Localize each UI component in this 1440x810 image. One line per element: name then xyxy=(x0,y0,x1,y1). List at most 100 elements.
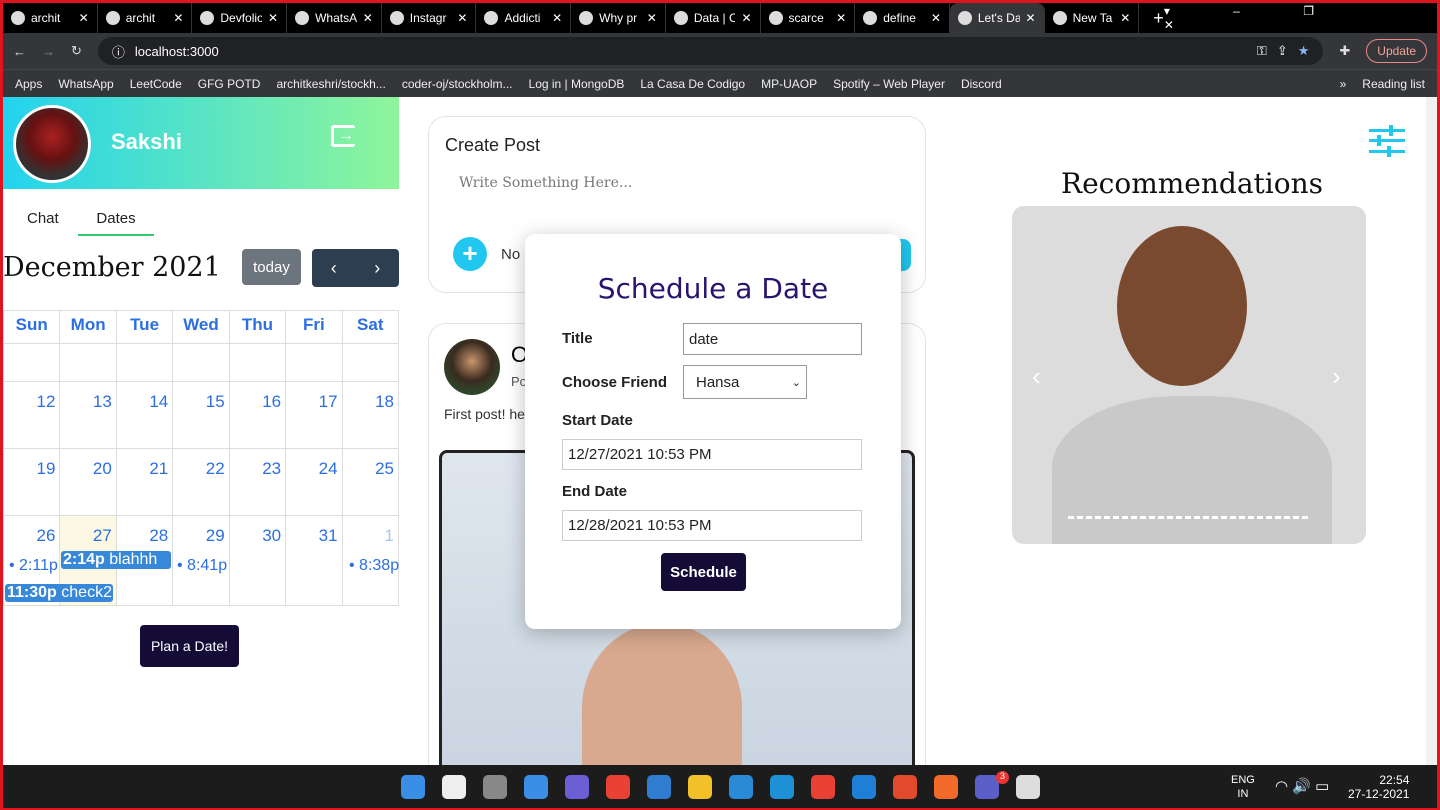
carousel-prev-icon[interactable]: ‹ xyxy=(1032,361,1041,392)
bookmark-item[interactable]: architkeshri/stockh... xyxy=(276,77,385,91)
close-tab-icon[interactable]: ✕ xyxy=(457,11,467,25)
browser-tab[interactable]: Devfolio ✕ xyxy=(192,3,288,33)
calendar-day[interactable]: 24 xyxy=(285,448,343,516)
taskbar-app-icon[interactable] xyxy=(647,775,671,799)
calendar-day[interactable]: 17 xyxy=(285,381,343,449)
close-tab-icon[interactable]: ✕ xyxy=(647,11,657,25)
calendar-event[interactable]: 2:14p blahhh xyxy=(61,551,171,569)
browser-tab[interactable]: Addicti ✕ xyxy=(476,3,572,33)
calendar-event[interactable]: 11:30p check2 xyxy=(5,584,113,602)
calendar-event[interactable]: • 8:41p xyxy=(177,557,234,575)
calendar-day[interactable] xyxy=(285,343,343,382)
taskbar-app-icon[interactable] xyxy=(606,775,630,799)
bookmark-item[interactable]: Discord xyxy=(961,77,1002,91)
calendar-day[interactable] xyxy=(172,343,230,382)
taskbar-app-icon[interactable] xyxy=(852,775,876,799)
browser-tab[interactable]: New Ta ✕ xyxy=(1045,3,1140,33)
calendar-day[interactable]: 18 xyxy=(341,381,400,449)
calendar-day[interactable]: 13 xyxy=(59,381,117,449)
calendar-event[interactable]: • 8:38p xyxy=(349,557,399,575)
add-media-button[interactable]: + xyxy=(453,237,487,271)
calendar-day[interactable]: 21 xyxy=(115,448,174,516)
bookmark-item[interactable]: GFG POTD xyxy=(198,77,261,91)
tab-chat[interactable]: Chat xyxy=(27,210,59,227)
taskbar-app-icon[interactable] xyxy=(401,775,425,799)
next-month-button[interactable]: › xyxy=(374,258,380,279)
calendar-day[interactable] xyxy=(115,343,174,382)
schedule-button[interactable]: Schedule xyxy=(661,553,746,591)
browser-tab[interactable]: WhatsA ✕ xyxy=(287,3,382,33)
post-author-avatar[interactable] xyxy=(444,339,500,395)
calendar-day[interactable]: 20 xyxy=(59,448,117,516)
close-tab-icon[interactable]: ✕ xyxy=(931,11,941,25)
bookmark-item[interactable]: La Casa De Codigo xyxy=(640,77,745,91)
browser-tab[interactable]: Data | C ✕ xyxy=(666,3,761,33)
update-button[interactable]: Update xyxy=(1366,39,1427,63)
calendar-day[interactable] xyxy=(341,343,400,382)
calendar-event[interactable]: • 2:11p xyxy=(9,557,66,575)
close-tab-icon[interactable]: ✕ xyxy=(268,11,278,25)
today-button[interactable]: today xyxy=(242,249,301,285)
taskbar-app-icon[interactable] xyxy=(770,775,794,799)
taskbar-app-icon[interactable] xyxy=(934,775,958,799)
plan-date-button[interactable]: Plan a Date! xyxy=(140,625,239,667)
share-icon[interactable]: ⇪ xyxy=(1277,43,1288,59)
calendar-day[interactable] xyxy=(59,343,117,382)
bookmark-item[interactable]: Spotify – Web Player xyxy=(833,77,945,91)
avatar[interactable] xyxy=(13,105,91,183)
calendar-day[interactable]: 31 xyxy=(285,515,343,606)
close-tab-icon[interactable]: ✕ xyxy=(363,11,373,25)
browser-tab[interactable]: Instagr ✕ xyxy=(382,3,477,33)
carousel-indicators[interactable] xyxy=(1068,516,1308,519)
calendar-day[interactable]: 22 xyxy=(172,448,230,516)
calendar-day[interactable]: 23 xyxy=(228,448,287,516)
taskbar-app-icon[interactable] xyxy=(688,775,712,799)
calendar-day[interactable]: 14 xyxy=(115,381,174,449)
friend-select[interactable]: Hansa ⌄ xyxy=(683,365,807,399)
extensions-icon[interactable]: ✚ xyxy=(1339,43,1350,59)
bookmark-item[interactable]: MP-UAOP xyxy=(761,77,817,91)
star-icon[interactable]: ★ xyxy=(1298,43,1310,59)
wifi-volume-battery-icons[interactable]: ◠ 🔊 ▭ xyxy=(1275,777,1329,795)
close-tab-icon[interactable]: ✕ xyxy=(173,11,183,25)
close-tab-icon[interactable]: ✕ xyxy=(79,11,89,25)
url-input[interactable]: ⓘ localhost:3000 ⚿ ⇪ ★ xyxy=(97,37,1324,65)
calendar-day[interactable] xyxy=(228,343,287,382)
key-icon[interactable]: ⚿ xyxy=(1257,43,1267,59)
taskbar-app-icon[interactable] xyxy=(729,775,753,799)
window-controls[interactable]: ▾ – ❐ ✕ xyxy=(1164,4,1407,32)
taskbar-app-icon[interactable] xyxy=(1016,775,1040,799)
close-tab-icon[interactable]: ✕ xyxy=(1026,11,1036,25)
reload-icon[interactable]: ↻ xyxy=(71,43,82,59)
bookmark-item[interactable]: WhatsApp xyxy=(58,77,113,91)
recommendation-carousel[interactable]: ‹ › xyxy=(1012,206,1366,544)
bookmark-item[interactable]: Apps xyxy=(15,77,42,91)
post-textarea[interactable]: Write Something Here... xyxy=(445,169,911,225)
calendar-day[interactable]: 30 xyxy=(228,515,287,606)
taskbar-app-icon[interactable] xyxy=(524,775,548,799)
end-date-input[interactable]: 12/28/2021 10:53 PM xyxy=(562,510,862,541)
browser-tab[interactable]: Let's Da ✕ xyxy=(949,3,1045,33)
taskbar-app-icon[interactable] xyxy=(483,775,507,799)
browser-tab[interactable]: Why pr ✕ xyxy=(571,3,666,33)
reading-list[interactable]: Reading list xyxy=(1362,77,1425,91)
close-tab-icon[interactable]: ✕ xyxy=(552,11,562,25)
bookmark-item[interactable]: LeetCode xyxy=(130,77,182,91)
taskbar-app-icon[interactable] xyxy=(893,775,917,799)
title-input[interactable]: date xyxy=(683,323,862,355)
tab-dates[interactable]: Dates xyxy=(78,210,154,236)
prev-month-button[interactable]: ‹ xyxy=(331,258,337,279)
calendar-day[interactable]: 25 xyxy=(341,448,400,516)
bookmark-item[interactable]: Log in | MongoDB xyxy=(529,77,625,91)
calendar-day[interactable]: 16 xyxy=(228,381,287,449)
taskbar-app-icon[interactable] xyxy=(811,775,835,799)
forward-icon[interactable]: → xyxy=(42,44,55,59)
close-tab-icon[interactable]: ✕ xyxy=(836,11,846,25)
browser-tab[interactable]: scarce ✕ xyxy=(761,3,856,33)
start-date-input[interactable]: 12/27/2021 10:53 PM xyxy=(562,439,862,470)
more-bookmarks-icon[interactable]: » xyxy=(1340,77,1347,91)
carousel-next-icon[interactable]: › xyxy=(1332,361,1341,392)
calendar-day[interactable]: 12 xyxy=(2,381,61,449)
close-tab-icon[interactable]: ✕ xyxy=(741,11,751,25)
page-scrollbar[interactable] xyxy=(1426,97,1437,765)
